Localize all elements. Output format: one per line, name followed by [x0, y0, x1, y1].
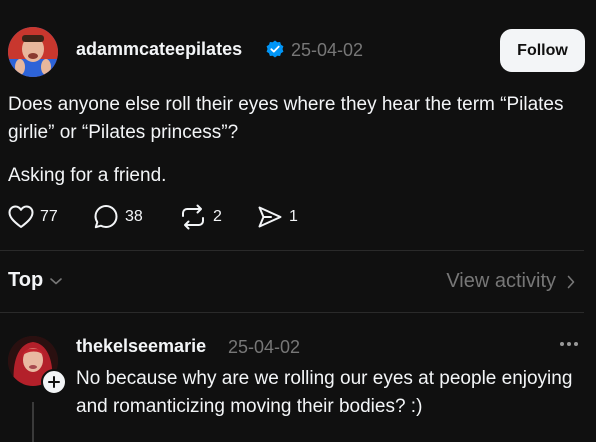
post-text-line-2: Asking for a friend.: [8, 165, 167, 186]
sort-dropdown[interactable]: Top: [8, 269, 63, 292]
divider: [0, 312, 584, 313]
comment-button[interactable]: 38: [93, 203, 143, 231]
thread-line: [32, 402, 34, 442]
repost-icon: [182, 204, 204, 230]
more-options-button[interactable]: [558, 336, 580, 354]
avatar-image: [8, 27, 58, 77]
plus-icon: [48, 376, 60, 388]
sort-label: Top: [8, 269, 44, 291]
like-count: 77: [40, 208, 58, 225]
avatar[interactable]: [8, 27, 58, 77]
verified-badge-icon: [266, 40, 284, 58]
post-username[interactable]: adammcateepilates: [76, 39, 242, 60]
comment-text: No because why are we rolling our eyes a…: [76, 368, 573, 417]
chevron-down-icon: [50, 277, 62, 284]
view-activity-label: View activity: [446, 270, 556, 292]
comment-username[interactable]: thekelseemarie: [76, 336, 206, 357]
heart-icon: [8, 205, 34, 228]
follow-button[interactable]: Follow: [500, 29, 585, 72]
share-icon: [258, 206, 282, 228]
follow-plus-button[interactable]: [41, 369, 67, 395]
chevron-right-icon: [567, 275, 575, 288]
post-date: 25-04-02: [291, 40, 364, 60]
more-icon: [560, 342, 578, 346]
repost-count: 2: [213, 208, 222, 225]
repost-button[interactable]: 2: [179, 203, 222, 231]
divider: [0, 250, 584, 251]
post-text-line-1: Does anyone else roll their eyes where t…: [8, 94, 564, 143]
share-button[interactable]: 1: [257, 203, 298, 231]
share-count: 1: [289, 208, 298, 225]
comment-count: 38: [125, 208, 143, 225]
like-button[interactable]: 77: [8, 203, 58, 231]
comment-date: 25-04-02: [228, 337, 301, 357]
view-activity-link[interactable]: View activity: [446, 270, 576, 293]
post-actions: 77 38 2 1: [0, 203, 596, 231]
comment-icon: [94, 205, 118, 229]
